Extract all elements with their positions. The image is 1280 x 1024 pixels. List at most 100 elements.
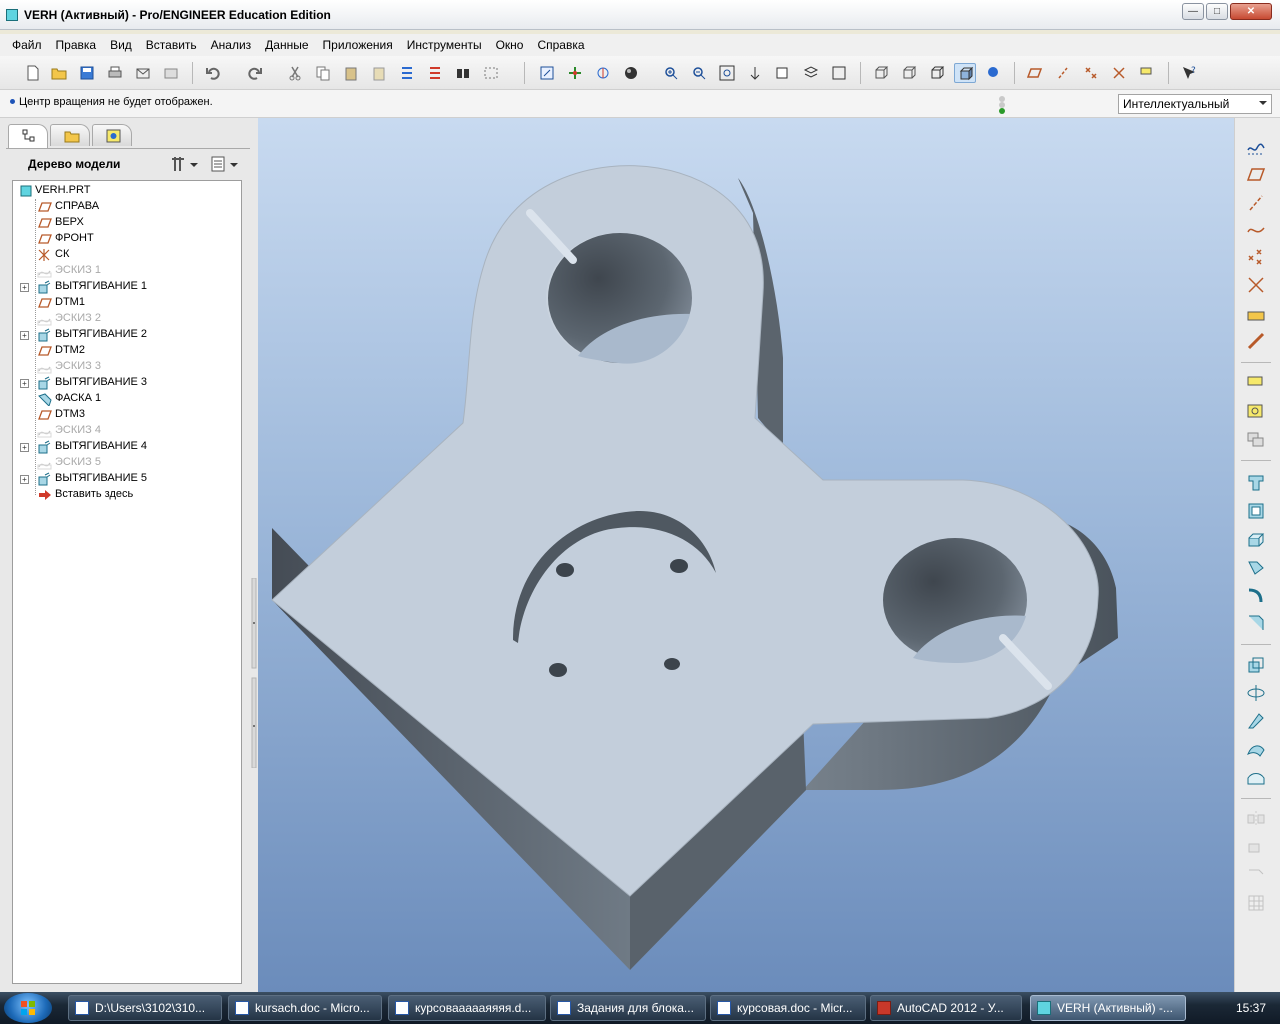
tree-settings-icon[interactable] [170,155,200,173]
menu-view[interactable]: Вид [103,38,139,52]
sketch-tool-icon[interactable] [1245,136,1267,158]
menu-window[interactable]: Окно [489,38,531,52]
zoom-out-icon[interactable] [688,63,710,83]
shrinkwrap-tool-icon[interactable] [1245,400,1267,422]
paste-special-icon[interactable] [368,63,390,83]
email-link-icon[interactable] [160,63,182,83]
rib-tool-icon[interactable] [1245,528,1267,550]
paste-icon[interactable] [340,63,362,83]
tree-item[interactable]: ФРОНТ [13,231,241,247]
trim-tool-icon[interactable] [1245,864,1267,886]
reorient-icon[interactable] [744,63,766,83]
datum-plane-display-icon[interactable] [1024,63,1046,83]
zoom-in-icon[interactable] [660,63,682,83]
style-tool-icon[interactable] [1245,766,1267,788]
shell-tool-icon[interactable] [1245,500,1267,522]
spin-center-icon[interactable] [564,63,586,83]
tree-item[interactable]: ЭСКИЗ 4 [13,423,241,439]
analysis-feature-icon[interactable] [1245,302,1267,324]
cut-icon[interactable] [284,63,306,83]
tree-item[interactable]: СПРАВА [13,199,241,215]
tree-item[interactable]: + ВЫТЯГИВАНИЕ 5 [13,471,241,487]
tree-item[interactable]: ВЕРХ [13,215,241,231]
tab-favorites[interactable] [92,124,132,146]
tree-item[interactable]: Вставить здесь [13,487,241,503]
save-icon[interactable] [76,63,98,83]
context-help-icon[interactable]: ? [1178,63,1200,83]
csys-display-icon[interactable] [1108,63,1130,83]
mirror-tool-icon[interactable] [1245,808,1267,830]
tab-model-tree[interactable] [8,124,48,148]
variable-sweep-tool-icon[interactable] [1245,710,1267,732]
chain-tool-icon[interactable] [1245,330,1267,352]
tree-item[interactable]: СК [13,247,241,263]
copy-icon[interactable] [312,63,334,83]
tree-item[interactable]: + ВЫТЯГИВАНИЕ 3 [13,375,241,391]
round-tool-icon[interactable] [1245,584,1267,606]
part-3d-view[interactable] [258,118,1234,992]
taskbar-item-explorer[interactable]: D:\Users\3102\310... [68,995,222,1021]
expand-icon[interactable]: + [20,379,29,388]
refit-icon[interactable] [716,63,738,83]
expand-icon[interactable]: + [20,443,29,452]
wireframe-icon[interactable] [870,63,892,83]
datum-curve-tool-icon[interactable] [1245,218,1267,240]
merge-tool-icon[interactable] [1245,836,1267,858]
select-box-icon[interactable] [480,63,502,83]
menu-analysis[interactable]: Анализ [204,38,259,52]
tree-item[interactable]: ЭСКИЗ 5 [13,455,241,471]
taskbar-item-autocad[interactable]: AutoCAD 2012 - У... [870,995,1022,1021]
shading-icon[interactable] [954,63,976,83]
appearance-sphere-icon[interactable] [620,63,642,83]
taskbar-item-word-4[interactable]: курсовая.doc - Micr... [710,995,866,1021]
copy-geometry-tool-icon[interactable] [1245,428,1267,450]
tab-folder-browser[interactable] [50,124,90,146]
datum-point-display-icon[interactable] [1080,63,1102,83]
print-icon[interactable] [104,63,126,83]
tree-item[interactable]: + ВЫТЯГИВАНИЕ 1 [13,279,241,295]
new-file-icon[interactable] [22,63,44,83]
menu-file[interactable]: Файл [5,38,49,52]
maximize-button[interactable]: □ [1206,3,1228,20]
pattern-tool-icon[interactable] [1245,892,1267,914]
csys-tool-icon[interactable] [1245,274,1267,296]
menu-applications[interactable]: Приложения [316,38,400,52]
layers-icon[interactable] [800,63,822,83]
tree-item[interactable]: DTM1 [13,295,241,311]
no-hidden-icon[interactable] [926,63,948,83]
regen-manager-icon[interactable] [424,63,446,83]
draft-tool-icon[interactable] [1245,556,1267,578]
hole-tool-icon[interactable] [1245,472,1267,494]
find-icon[interactable] [452,63,474,83]
datum-axis-display-icon[interactable] [1052,63,1074,83]
close-button[interactable]: ✕ [1230,3,1272,20]
panel-splitter[interactable] [250,577,258,769]
tree-item[interactable]: DTM3 [13,407,241,423]
datum-point-tool-icon[interactable] [1245,246,1267,268]
tree-columns-icon[interactable] [210,155,240,173]
model-tree-display-icon[interactable] [982,63,1004,83]
repaint-icon[interactable] [536,63,558,83]
orient-mode-icon[interactable] [592,63,614,83]
taskbar-item-word-2[interactable]: курсоваааааяяяя.d... [388,995,546,1021]
hidden-line-icon[interactable] [898,63,920,83]
taskbar-item-word-1[interactable]: kursach.doc - Micro... [228,995,382,1021]
minimize-button[interactable]: — [1182,3,1204,20]
graphics-window[interactable] [258,118,1234,992]
tree-item[interactable]: ЭСКИЗ 3 [13,359,241,375]
title-bar[interactable]: VERH (Активный) - Pro/ENGINEER Education… [0,0,1280,30]
expand-icon[interactable]: + [20,331,29,340]
datum-plane-tool-icon[interactable] [1245,164,1267,186]
expand-icon[interactable]: + [20,283,29,292]
saved-views-icon[interactable] [772,63,794,83]
datum-axis-tool-icon[interactable] [1245,192,1267,214]
chamfer-tool-icon[interactable] [1245,612,1267,634]
menu-edit[interactable]: Правка [49,38,104,52]
tree-item[interactable]: DTM2 [13,343,241,359]
taskbar-item-proe[interactable]: VERH (Активный) -... [1030,995,1186,1021]
regenerate-icon[interactable] [396,63,418,83]
menu-info[interactable]: Данные [258,38,315,52]
email-icon[interactable] [132,63,154,83]
start-button[interactable] [4,993,52,1023]
expand-icon[interactable]: + [20,475,29,484]
